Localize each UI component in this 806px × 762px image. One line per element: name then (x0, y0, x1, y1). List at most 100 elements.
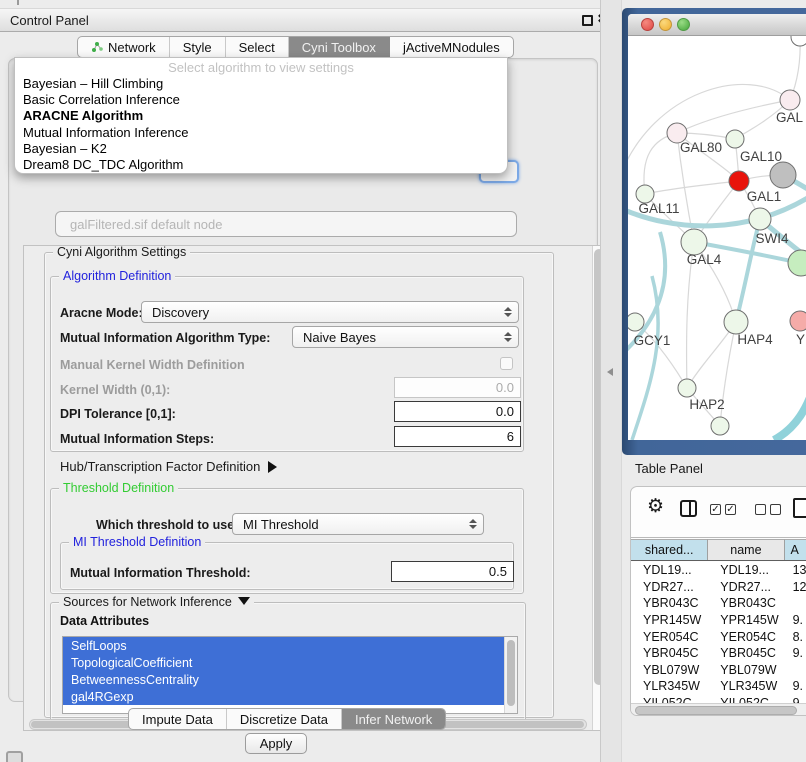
combo-stepper-icon (467, 514, 479, 534)
checked-box-icon[interactable]: ✓ (710, 504, 721, 515)
hub-definition-expander[interactable]: Hub/Transcription Factor Definition (60, 459, 277, 474)
tab-label: Cyni Toolbox (302, 40, 376, 55)
aracne-mode-combo[interactable]: Discovery (141, 301, 519, 323)
network-node-swi4[interactable] (749, 208, 771, 230)
tab-label: Style (183, 40, 212, 55)
corner-mini-button[interactable] (6, 751, 23, 762)
node-label-gal80: GAL80 (680, 140, 722, 155)
table-row[interactable]: YBL079WYBL079W (631, 662, 806, 679)
tab-jactivemnodules[interactable]: jActiveMNodules (390, 37, 513, 57)
table-row[interactable]: YBR045CYBR045C9. (631, 645, 806, 662)
float-window-icon[interactable] (582, 15, 593, 26)
algorithm-option-bayesian-hill-climbing[interactable]: Bayesian – Hill Climbing (15, 75, 507, 91)
attr-scroll-thumb[interactable] (507, 640, 515, 706)
attribute-betweennesscentrality[interactable]: BetweennessCentrality (63, 671, 517, 688)
table-header: shared...nameA (631, 539, 806, 561)
table-cell: YBR043C (631, 595, 708, 612)
unchecked-box-icon[interactable] (755, 504, 766, 515)
zoom-traffic-light[interactable] (677, 18, 690, 31)
table-cell: 8. (785, 628, 806, 645)
algorithm-definition-title: Algorithm Definition (59, 269, 175, 283)
dpi-tolerance-field[interactable]: 0.0 (394, 401, 521, 422)
settings-scrollpane: Cyni Algorithm Settings Algorithm Defini… (23, 245, 607, 731)
network-canvas[interactable]: GALGAL80GAL10GAL1GAL11SWI4GAL4GCY1HAP4YH… (628, 36, 806, 440)
mi-type-combo[interactable]: Naive Bayes (292, 326, 519, 348)
gear-icon[interactable]: ⚙ (647, 495, 664, 518)
tab-network[interactable]: Network (78, 37, 170, 57)
tab-cyni-toolbox[interactable]: Cyni Toolbox (289, 37, 390, 57)
table-row[interactable]: YBR043CYBR043C (631, 595, 806, 612)
mi-type-label: Mutual Information Algorithm Type: (60, 331, 270, 345)
attr-list-scrollbar[interactable] (504, 637, 517, 713)
data-attributes-list: SelfLoopsTopologicalCoefficientBetweenne… (62, 636, 518, 714)
attribute-gal4rgexp[interactable]: gal4RGexp (63, 688, 517, 705)
tab-select[interactable]: Select (226, 37, 289, 57)
bottom-tab-discretize-data[interactable]: Discretize Data (227, 709, 342, 729)
algorithm-placeholder: Select algorithm to view settings (15, 58, 507, 75)
network-node[interactable] (711, 417, 729, 435)
network-icon (91, 41, 103, 53)
table-cell: YBR045C (631, 645, 708, 662)
table-row[interactable]: YLR345WYLR345W9. (631, 678, 806, 695)
network-node-hap4[interactable] (724, 310, 748, 334)
mi-threshold-field[interactable]: 0.5 (391, 561, 514, 582)
bottom-tab-impute-data[interactable]: Impute Data (129, 709, 227, 729)
apply-button[interactable]: Apply (245, 733, 307, 754)
panel-divider[interactable] (600, 0, 622, 762)
manual-kernel-checkbox[interactable] (500, 357, 513, 370)
unchecked-box-icon[interactable] (770, 504, 781, 515)
minimize-traffic-light[interactable] (659, 18, 672, 31)
table-cell: YBR045C (708, 645, 784, 662)
kernel-width-field[interactable]: 0.0 (394, 377, 521, 398)
node-label-gal11: GAL11 (638, 201, 679, 216)
network-node-y[interactable] (790, 311, 806, 331)
table-row[interactable]: YDL19...YDL19...13 (631, 562, 806, 579)
algorithm-option-aracne-algorithm[interactable]: ARACNE Algorithm (15, 108, 507, 124)
network-node[interactable] (791, 36, 806, 46)
table-row[interactable]: YIL052CYIL052C9. (631, 695, 806, 703)
threshold-definition-title: Threshold Definition (59, 481, 178, 495)
columns-icon[interactable] (680, 500, 697, 517)
document-icon[interactable] (793, 498, 806, 518)
network-combo-partial[interactable]: galFiltered.sif default node (55, 211, 517, 237)
network-node-hap2[interactable] (678, 379, 696, 397)
algorithm-dropdown-popup: Select algorithm to view settings Bayesi… (14, 57, 508, 174)
table-cell: YPR145W (631, 612, 708, 629)
network-node-gal[interactable] (780, 90, 800, 110)
table-scroll-thumb[interactable] (635, 706, 797, 715)
frame-tick (17, 0, 19, 5)
table-horizontal-scrollbar[interactable] (631, 703, 806, 716)
column-header-a[interactable]: A (785, 539, 806, 560)
table-row[interactable]: YER054CYER054C8. (631, 628, 806, 645)
algorithm-option-bayesian-k2[interactable]: Bayesian – K2 (15, 140, 507, 156)
network-window-titlebar[interactable] (628, 14, 806, 36)
divider-collapse-icon[interactable] (607, 368, 613, 376)
attribute-topologicalcoefficient[interactable]: TopologicalCoefficient (63, 654, 517, 671)
collapse-down-icon (238, 597, 250, 605)
algorithm-option-dream8-dc-tdc-algorithm[interactable]: Dream8 DC_TDC Algorithm (15, 156, 507, 172)
tab-style[interactable]: Style (170, 37, 226, 57)
table-cell: 13 (785, 562, 806, 579)
combo-stepper-icon (502, 327, 514, 347)
table-cell: YDR27... (708, 579, 784, 596)
attribute-selfloops[interactable]: SelfLoops (63, 637, 517, 654)
column-header-shared[interactable]: shared... (631, 539, 708, 560)
algorithm-option-mutual-information-inference[interactable]: Mutual Information Inference (15, 124, 507, 140)
sources-group-title[interactable]: Sources for Network Inference (59, 595, 254, 609)
table-row[interactable]: YDR27...YDR27...12 (631, 579, 806, 596)
checked-box-icon[interactable]: ✓ (725, 504, 736, 515)
mi-steps-field[interactable]: 6 (394, 426, 521, 447)
table-row[interactable]: YPR145WYPR145W9. (631, 612, 806, 629)
which-threshold-label: Which threshold to use: (96, 518, 238, 532)
algorithm-option-basic-correlation-inference[interactable]: Basic Correlation Inference (15, 91, 507, 107)
mi-threshold-group-title: MI Threshold Definition (69, 535, 205, 549)
network-node[interactable] (788, 250, 806, 276)
bottom-tab-infer-network[interactable]: Infer Network (342, 709, 445, 729)
network-node[interactable] (770, 162, 796, 188)
network-node-gcy1[interactable] (628, 313, 644, 331)
column-header-name[interactable]: name (708, 539, 784, 560)
close-traffic-light[interactable] (641, 18, 654, 31)
network-node-gal10[interactable] (726, 130, 744, 148)
which-threshold-combo[interactable]: MI Threshold (232, 513, 484, 535)
network-node-gal1[interactable] (729, 171, 749, 191)
